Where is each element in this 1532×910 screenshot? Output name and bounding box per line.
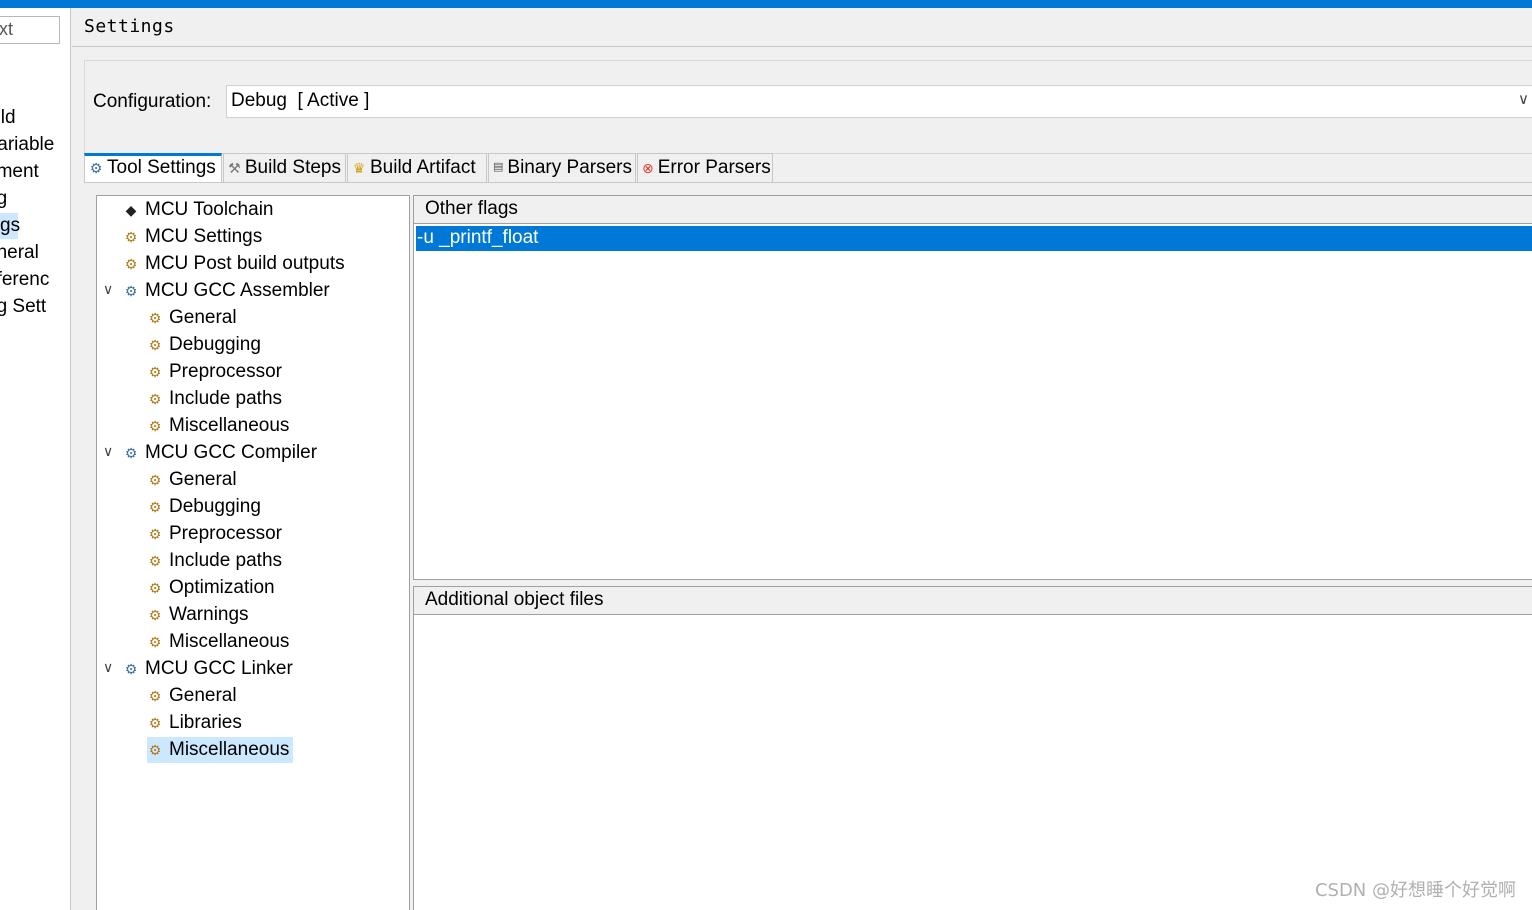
configuration-group: Configuration: Debug [ Active ] ∨ bbox=[84, 60, 1532, 154]
binary-icon: ▤ bbox=[493, 161, 504, 173]
chip-icon: ◆ bbox=[125, 202, 137, 218]
tree-item[interactable]: ⚙ Warnings bbox=[147, 602, 249, 628]
category-item[interactable]: uild bbox=[0, 105, 16, 131]
tool-tree: ◆ MCU Toolchain ⚙ MCU Settings ⚙ MCU Post b… bbox=[96, 195, 410, 910]
tree-item-linker[interactable]: ⚙ MCU GCC Linker bbox=[123, 656, 293, 682]
settings-folder-icon: ⚙ bbox=[148, 742, 162, 758]
title-divider bbox=[72, 46, 1532, 47]
window-title-bar bbox=[0, 0, 1532, 8]
settings-folder-icon: ⚙ bbox=[148, 418, 162, 434]
tree-item-selected[interactable]: ⚙ Miscellaneous bbox=[147, 737, 294, 763]
settings-folder-icon: ⚙ bbox=[148, 526, 162, 542]
tree-item[interactable]: ⚙ MCU Settings bbox=[123, 224, 262, 250]
settings-folder-icon: ⚙ bbox=[148, 472, 162, 488]
tree-item[interactable]: ⚙ General bbox=[147, 683, 237, 709]
option-panel: Other flags -u _printf_float Additional … bbox=[413, 195, 1532, 910]
settings-folder-icon: ⚙ bbox=[148, 634, 162, 650]
settings-folder-icon: ⚙ bbox=[148, 499, 162, 515]
configuration-label: Configuration: bbox=[93, 91, 212, 112]
tree-item[interactable]: ⚙ Preprocessor bbox=[147, 359, 282, 385]
tree-item[interactable]: ⚙ Miscellaneous bbox=[147, 629, 290, 655]
settings-folder-icon: ⚙ bbox=[148, 310, 162, 326]
tree-item-assembler[interactable]: ⚙ MCU GCC Assembler bbox=[123, 278, 330, 304]
settings-page: Settings Configuration: Debug [ Active ]… bbox=[72, 8, 1532, 910]
chevron-down-icon[interactable]: ∨ bbox=[1518, 90, 1529, 108]
tool-gear-icon: ⚙ bbox=[124, 661, 138, 677]
tree-item[interactable]: ⚙ Preprocessor bbox=[147, 521, 282, 547]
category-item[interactable]: Variable bbox=[0, 132, 54, 158]
tree-item[interactable]: ⚙ Libraries bbox=[147, 710, 242, 736]
tool-gear-icon: ⚙ bbox=[124, 283, 138, 299]
chevron-down-icon[interactable]: ∨ bbox=[103, 659, 113, 676]
tree-item[interactable]: ⚙ Optimization bbox=[147, 575, 275, 601]
tree-item[interactable]: ◆ MCU Toolchain bbox=[123, 197, 274, 223]
tree-item[interactable]: ⚙ Debugging bbox=[147, 494, 261, 520]
category-item[interactable]: nment bbox=[0, 159, 39, 185]
settings-folder-icon: ⚙ bbox=[124, 229, 138, 245]
watermark: CSDN @好想睡个好觉啊 bbox=[1314, 880, 1516, 901]
settings-folder-icon: ⚙ bbox=[148, 337, 162, 353]
configuration-select[interactable]: Debug [ Active ] ∨ bbox=[226, 85, 1532, 118]
tree-item[interactable]: ⚙ Include paths bbox=[147, 548, 282, 574]
settings-folder-icon: ⚙ bbox=[148, 607, 162, 623]
chevron-down-icon[interactable]: ∨ bbox=[103, 281, 113, 298]
tool-gear-icon: ⚙ bbox=[124, 445, 138, 461]
tree-item[interactable]: ⚙ Debugging bbox=[147, 332, 261, 358]
gear-icon: ⚙ bbox=[89, 160, 103, 176]
filter-input[interactable]: ext bbox=[0, 16, 60, 44]
tab-binary-parsers[interactable]: ▤ Binary Parsers bbox=[488, 153, 636, 183]
tree-item[interactable]: ⚙ Include paths bbox=[147, 386, 282, 412]
settings-tabs: ⚙ Tool Settings ⚒ Build Steps ♛ Build Ar… bbox=[84, 153, 1532, 184]
category-item[interactable]: ng bbox=[0, 186, 7, 212]
tree-item-compiler[interactable]: ⚙ MCU GCC Compiler bbox=[123, 440, 317, 466]
settings-folder-icon: ⚙ bbox=[148, 715, 162, 731]
additional-object-files-header: Additional object files bbox=[414, 587, 1532, 615]
other-flags-list: Other flags -u _printf_float bbox=[413, 195, 1532, 580]
tree-item[interactable]: ⚙ General bbox=[147, 467, 237, 493]
tree-item[interactable]: ⚙ General bbox=[147, 305, 237, 331]
tree-item[interactable]: ⚙ MCU Post build outputs bbox=[123, 251, 345, 277]
category-item[interactable]: eneral bbox=[0, 240, 39, 266]
tab-build-steps[interactable]: ⚒ Build Steps bbox=[223, 153, 346, 183]
tab-tool-settings[interactable]: ⚙ Tool Settings bbox=[84, 153, 222, 184]
page-title: Settings bbox=[84, 16, 175, 37]
settings-folder-icon: ⚙ bbox=[148, 553, 162, 569]
additional-object-files-list: Additional object files bbox=[413, 586, 1532, 910]
settings-folder-icon: ⚙ bbox=[148, 688, 162, 704]
category-item[interactable]: ug Sett bbox=[0, 294, 46, 320]
left-list-marker: , bbox=[0, 59, 1, 75]
property-category-list: ext , uild Variable nment ng gs eneral e… bbox=[0, 8, 71, 910]
tab-build-artifact[interactable]: ♛ Build Artifact bbox=[347, 153, 487, 183]
error-icon: ⊗ bbox=[642, 160, 654, 176]
list-item-selected[interactable]: -u _printf_float bbox=[416, 226, 1532, 251]
settings-folder-icon: ⚙ bbox=[148, 364, 162, 380]
settings-folder-icon: ⚙ bbox=[148, 391, 162, 407]
wrench-icon: ⚒ bbox=[228, 160, 241, 176]
other-flags-header: Other flags bbox=[414, 196, 1532, 224]
chevron-down-icon[interactable]: ∨ bbox=[103, 443, 113, 460]
category-item[interactable]: eferenc bbox=[0, 267, 49, 293]
configuration-value: Debug [ Active ] bbox=[231, 90, 370, 111]
tree-item[interactable]: ⚙ Miscellaneous bbox=[147, 413, 290, 439]
tab-content: ◆ MCU Toolchain ⚙ MCU Settings ⚙ MCU Post b… bbox=[84, 183, 1532, 910]
settings-folder-icon: ⚙ bbox=[124, 256, 138, 272]
settings-folder-icon: ⚙ bbox=[148, 580, 162, 596]
category-item-selected[interactable]: gs bbox=[0, 213, 20, 239]
trophy-icon: ♛ bbox=[352, 160, 366, 176]
tab-error-parsers[interactable]: ⊗ Error Parsers bbox=[637, 153, 773, 183]
